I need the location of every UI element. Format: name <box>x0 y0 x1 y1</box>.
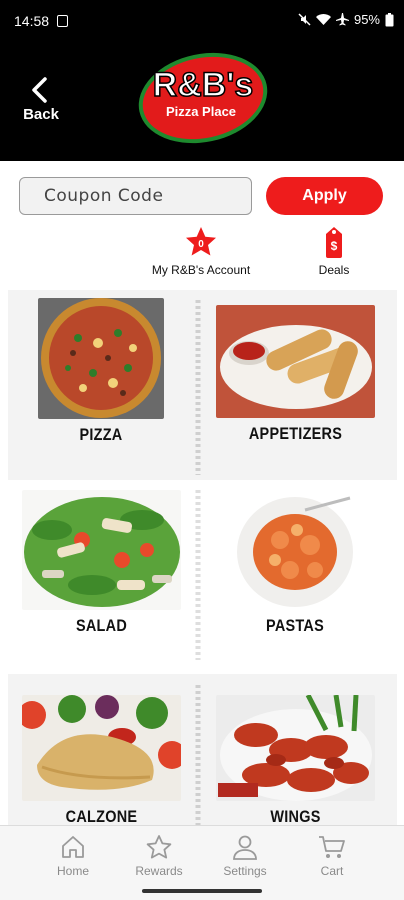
nav-settings[interactable]: Settings <box>205 834 285 878</box>
calzone-image <box>22 695 181 801</box>
menu-item-pastas[interactable]: PASTAS <box>235 490 355 640</box>
menu-item-label: SALAD <box>75 616 128 635</box>
nav-rewards[interactable]: Rewards <box>119 834 199 878</box>
status-icons: 95% <box>298 12 394 27</box>
menu-item-label: PIZZA <box>79 425 123 444</box>
back-button[interactable]: Back <box>18 74 64 132</box>
cart-icon <box>319 836 345 858</box>
deals-link[interactable]: $ Deals <box>306 226 362 277</box>
chevron-left-icon <box>32 77 47 103</box>
status-bar: 14:58 95% <box>0 0 404 44</box>
person-icon <box>233 835 257 860</box>
nav-cart[interactable]: Cart <box>292 834 372 878</box>
menu-item-salad[interactable]: SALAD <box>22 490 181 640</box>
salad-image <box>22 490 181 610</box>
menu-item-label: WINGS <box>270 807 321 826</box>
nav-home-label: Home <box>56 864 89 878</box>
rb-pizza-logo: R&B's Pizza Place <box>138 52 268 144</box>
menu-item-wings[interactable]: WINGS <box>216 695 375 826</box>
menu-item-label: CALZONE <box>65 807 138 826</box>
status-time: 14:58 <box>14 13 50 29</box>
apply-button[interactable]: Apply <box>266 177 383 215</box>
nav-rewards-label: Rewards <box>135 864 183 878</box>
battery-icon <box>385 12 394 26</box>
account-badge: 0 <box>198 239 204 250</box>
deals-badge: $ <box>331 239 338 253</box>
menu-item-label: APPETIZERS <box>248 424 343 443</box>
deals-tag-icon: $ <box>326 227 342 258</box>
divider-dots <box>195 685 201 825</box>
airplane-icon <box>335 13 349 26</box>
nav-cart-label: Cart <box>320 864 344 878</box>
pastas-image <box>235 490 355 610</box>
divider-dots <box>195 300 201 475</box>
logo-title: R&B's <box>153 66 254 104</box>
pizza-image <box>38 298 164 419</box>
mute-icon <box>298 13 311 26</box>
menu-item-label: PASTAS <box>265 616 324 635</box>
menu-item-appetizers[interactable]: APPETIZERS <box>216 305 375 455</box>
app-notification-icon <box>57 15 68 27</box>
deals-label: Deals <box>318 263 350 277</box>
home-icon <box>62 836 84 858</box>
appetizers-image <box>216 305 375 418</box>
my-account-label: My R&B's Account <box>151 263 251 277</box>
nav-home[interactable]: Home <box>33 834 113 878</box>
star-icon: 0 <box>186 227 216 256</box>
star-outline-icon <box>146 835 172 859</box>
nav-settings-label: Settings <box>223 864 267 878</box>
gesture-bar <box>142 889 262 893</box>
coupon-code-input[interactable]: Coupon Code <box>19 177 252 215</box>
wifi-icon <box>315 13 331 25</box>
menu-item-pizza[interactable]: PIZZA <box>38 298 164 458</box>
my-account-link[interactable]: 0 My R&B's Account <box>145 226 257 277</box>
wings-image <box>216 695 375 801</box>
battery-percent: 95% <box>353 12 380 27</box>
back-label: Back <box>23 106 59 123</box>
divider-dots <box>195 490 201 660</box>
menu-item-calzone[interactable]: CALZONE <box>22 695 181 826</box>
header: Back R&B's Pizza Place <box>0 44 404 161</box>
logo-subtitle: Pizza Place <box>166 104 236 119</box>
